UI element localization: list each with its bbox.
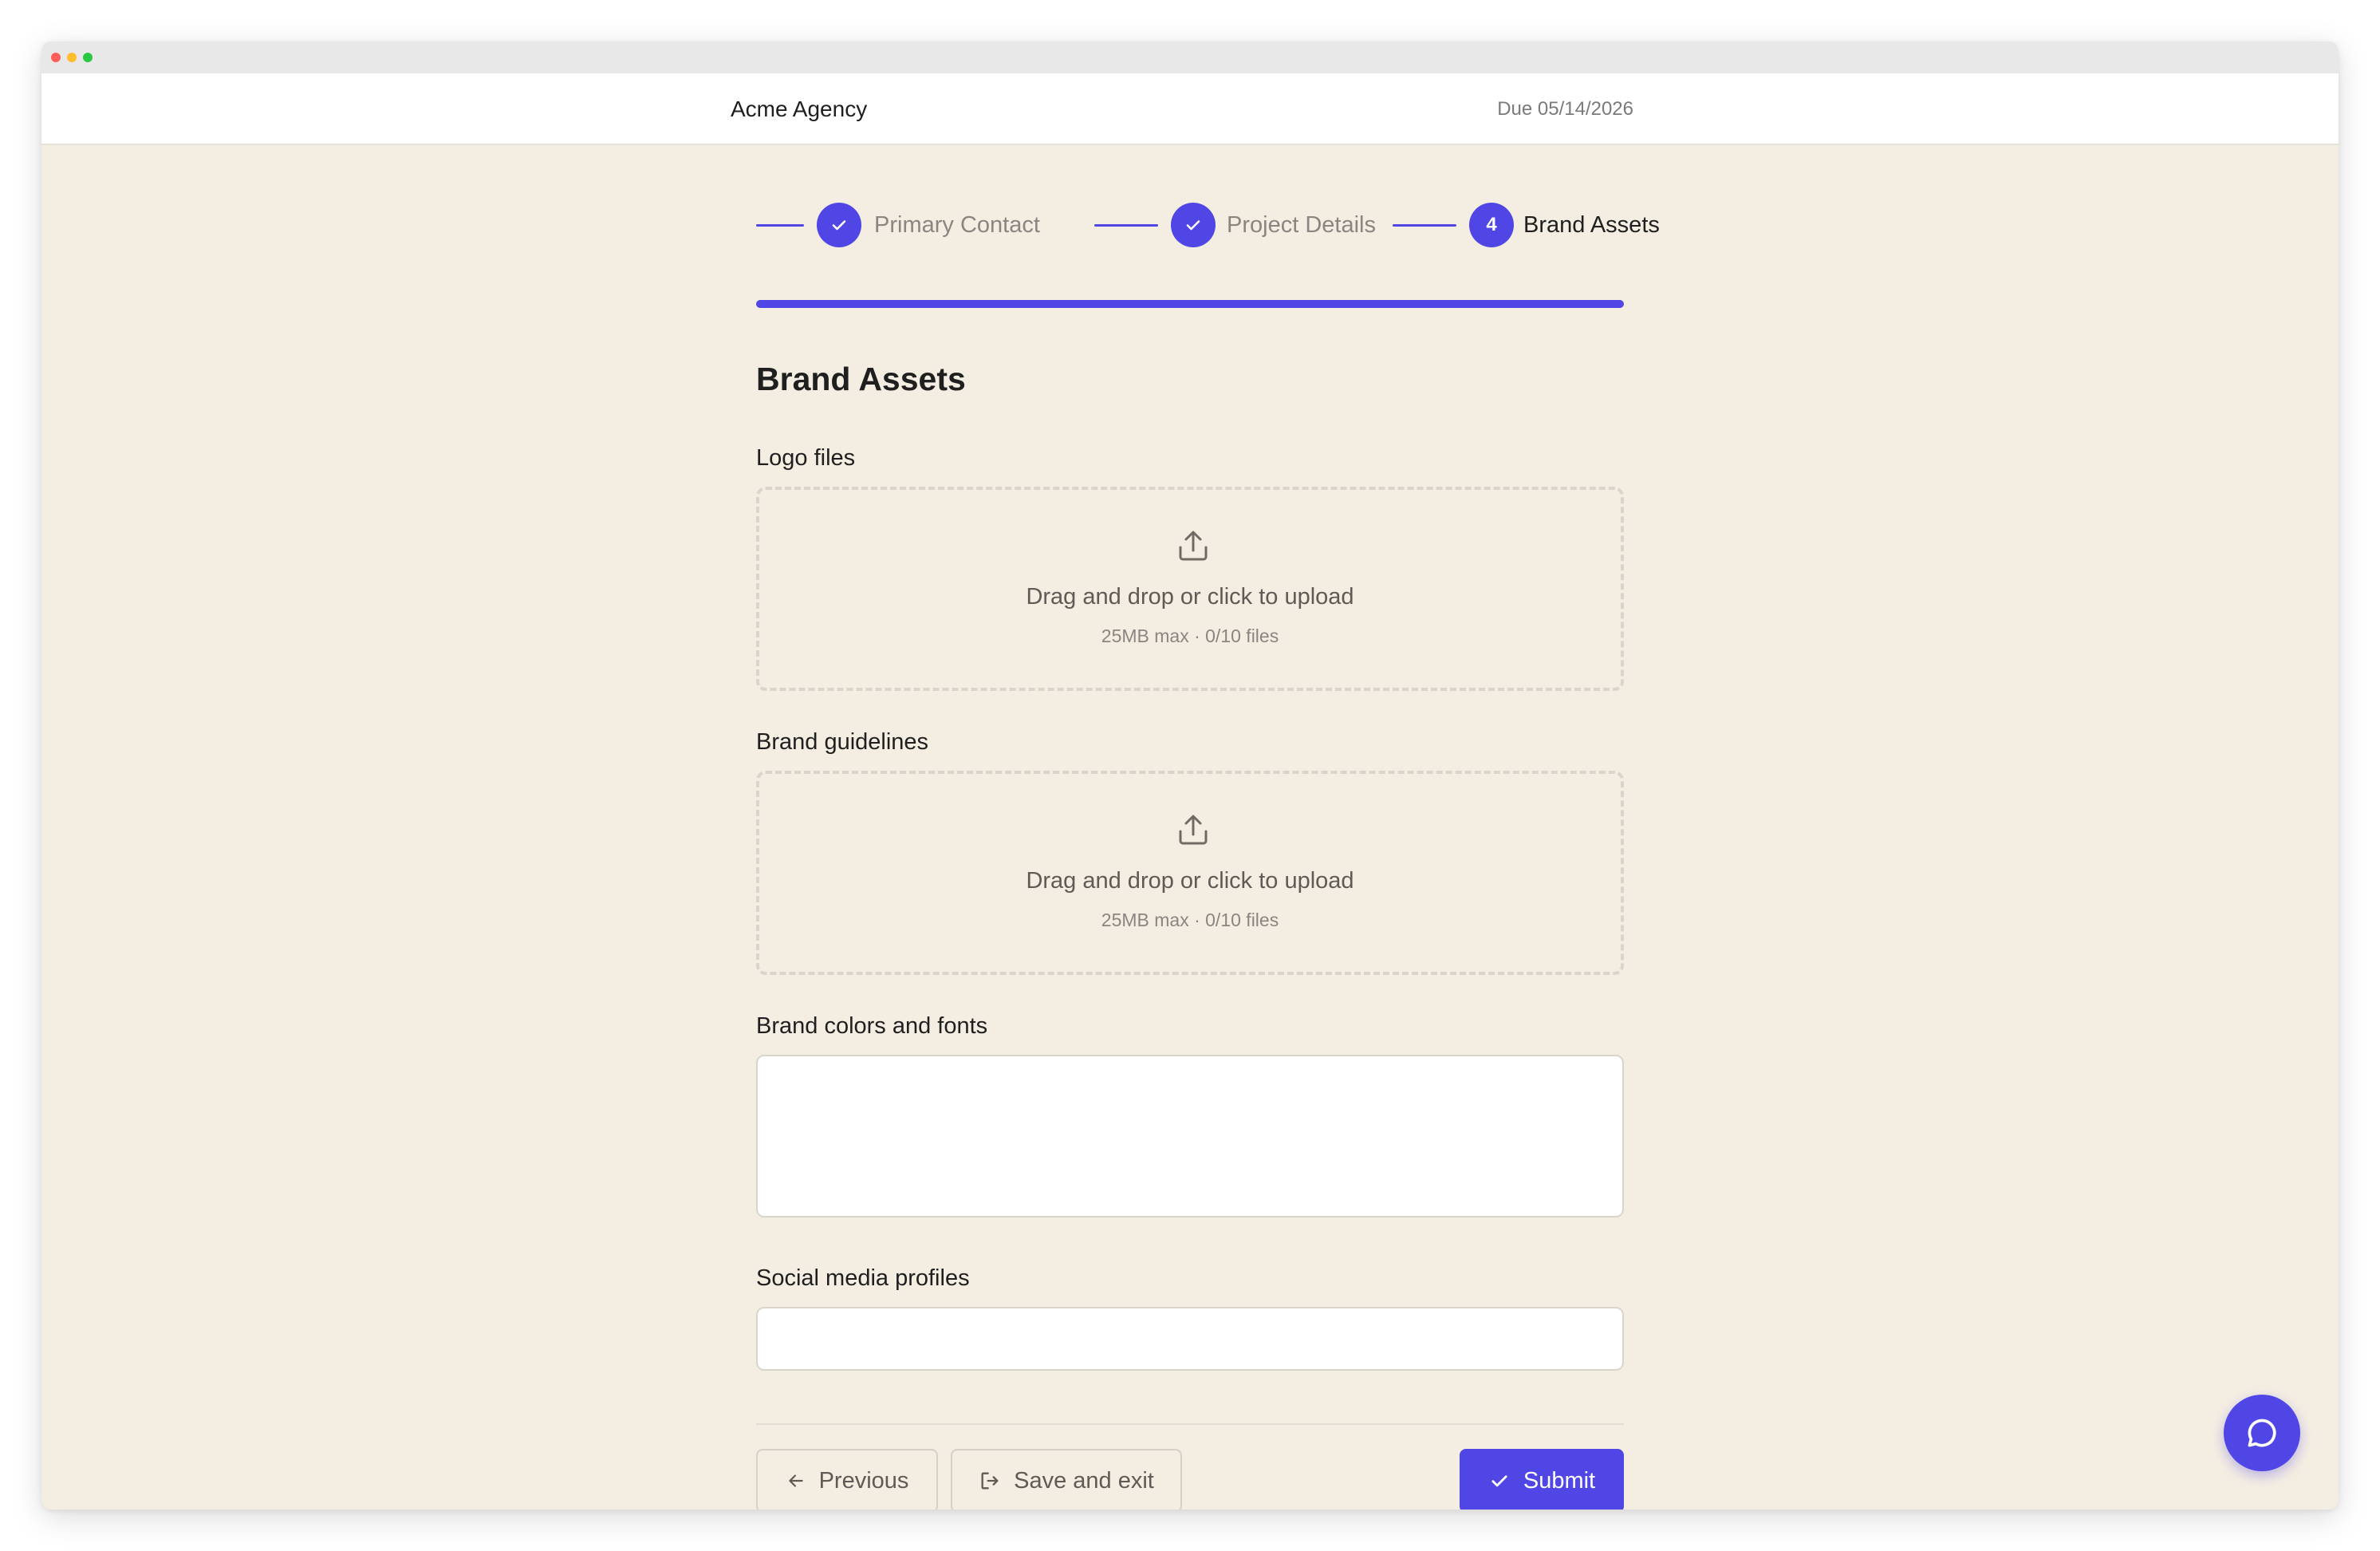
arrow-left-icon — [788, 1474, 803, 1487]
maximize-window-button[interactable] — [83, 53, 93, 62]
upload-icon — [1179, 815, 1208, 845]
social-media-profiles-label: Social media profiles — [756, 1265, 970, 1291]
save-and-exit-button[interactable]: Save and exit — [951, 1449, 1182, 1510]
chat-bubble-icon — [2248, 1419, 2276, 1447]
window-titlebar — [41, 41, 2339, 73]
section-title: Brand Assets — [756, 361, 966, 397]
step-connector — [1094, 224, 1158, 227]
logo-files-dropzone[interactable]: Drag and drop or click to upload 25MB ma… — [756, 487, 1624, 691]
app-header: Acme Agency Due 05/14/2026 — [41, 73, 2339, 145]
dropzone-limit: 25MB max · 0/10 files — [1101, 626, 1279, 646]
agency-name: Acme Agency — [731, 97, 868, 121]
submit-label: Submit — [1523, 1467, 1596, 1494]
previous-label: Previous — [818, 1467, 909, 1494]
social-media-profiles-input[interactable] — [756, 1307, 1624, 1371]
logo-files-label: Logo files — [756, 445, 856, 471]
brand-guidelines-label: Brand guidelines — [756, 729, 929, 755]
step-connector — [1393, 224, 1456, 227]
form-content: Primary Contact Project Details 4 Brand … — [756, 201, 1660, 1510]
previous-button[interactable]: Previous — [756, 1449, 938, 1510]
due-date: Due 05/14/2026 — [1497, 98, 1633, 120]
progress-bar — [756, 300, 1624, 308]
step-1-done-indicator — [817, 203, 861, 247]
exit-icon — [981, 1472, 999, 1490]
brand-guidelines-dropzone[interactable]: Drag and drop or click to upload 25MB ma… — [756, 771, 1624, 975]
dropzone-instruction: Drag and drop or click to upload — [1026, 584, 1354, 610]
check-icon — [832, 220, 846, 231]
step-3-number: 4 — [1469, 203, 1514, 247]
step-2-done-indicator — [1171, 203, 1216, 247]
stepper: Primary Contact Project Details 4 Brand … — [756, 201, 1660, 249]
save-and-exit-label: Save and exit — [1014, 1467, 1154, 1494]
upload-icon — [1179, 531, 1208, 561]
close-window-button[interactable] — [51, 53, 61, 62]
brand-colors-fonts-label: Brand colors and fonts — [756, 1013, 988, 1039]
step-2-label[interactable]: Project Details — [1227, 201, 1376, 249]
step-1-label[interactable]: Primary Contact — [874, 201, 1040, 249]
submit-button[interactable]: Submit — [1460, 1449, 1624, 1510]
check-icon — [1491, 1475, 1507, 1487]
chat-button[interactable] — [2224, 1395, 2300, 1471]
minimize-window-button[interactable] — [67, 53, 77, 62]
step-3-label: Brand Assets — [1523, 212, 1660, 238]
actions-divider — [756, 1423, 1624, 1425]
browser-window: Acme Agency Due 05/14/2026 Primary Conta… — [41, 41, 2339, 1510]
brand-colors-fonts-textarea[interactable] — [756, 1055, 1624, 1218]
step-connector — [756, 224, 804, 227]
dropzone-limit: 25MB max · 0/10 files — [1101, 910, 1279, 930]
dropzone-instruction: Drag and drop or click to upload — [1026, 868, 1354, 894]
check-icon — [1186, 220, 1200, 231]
